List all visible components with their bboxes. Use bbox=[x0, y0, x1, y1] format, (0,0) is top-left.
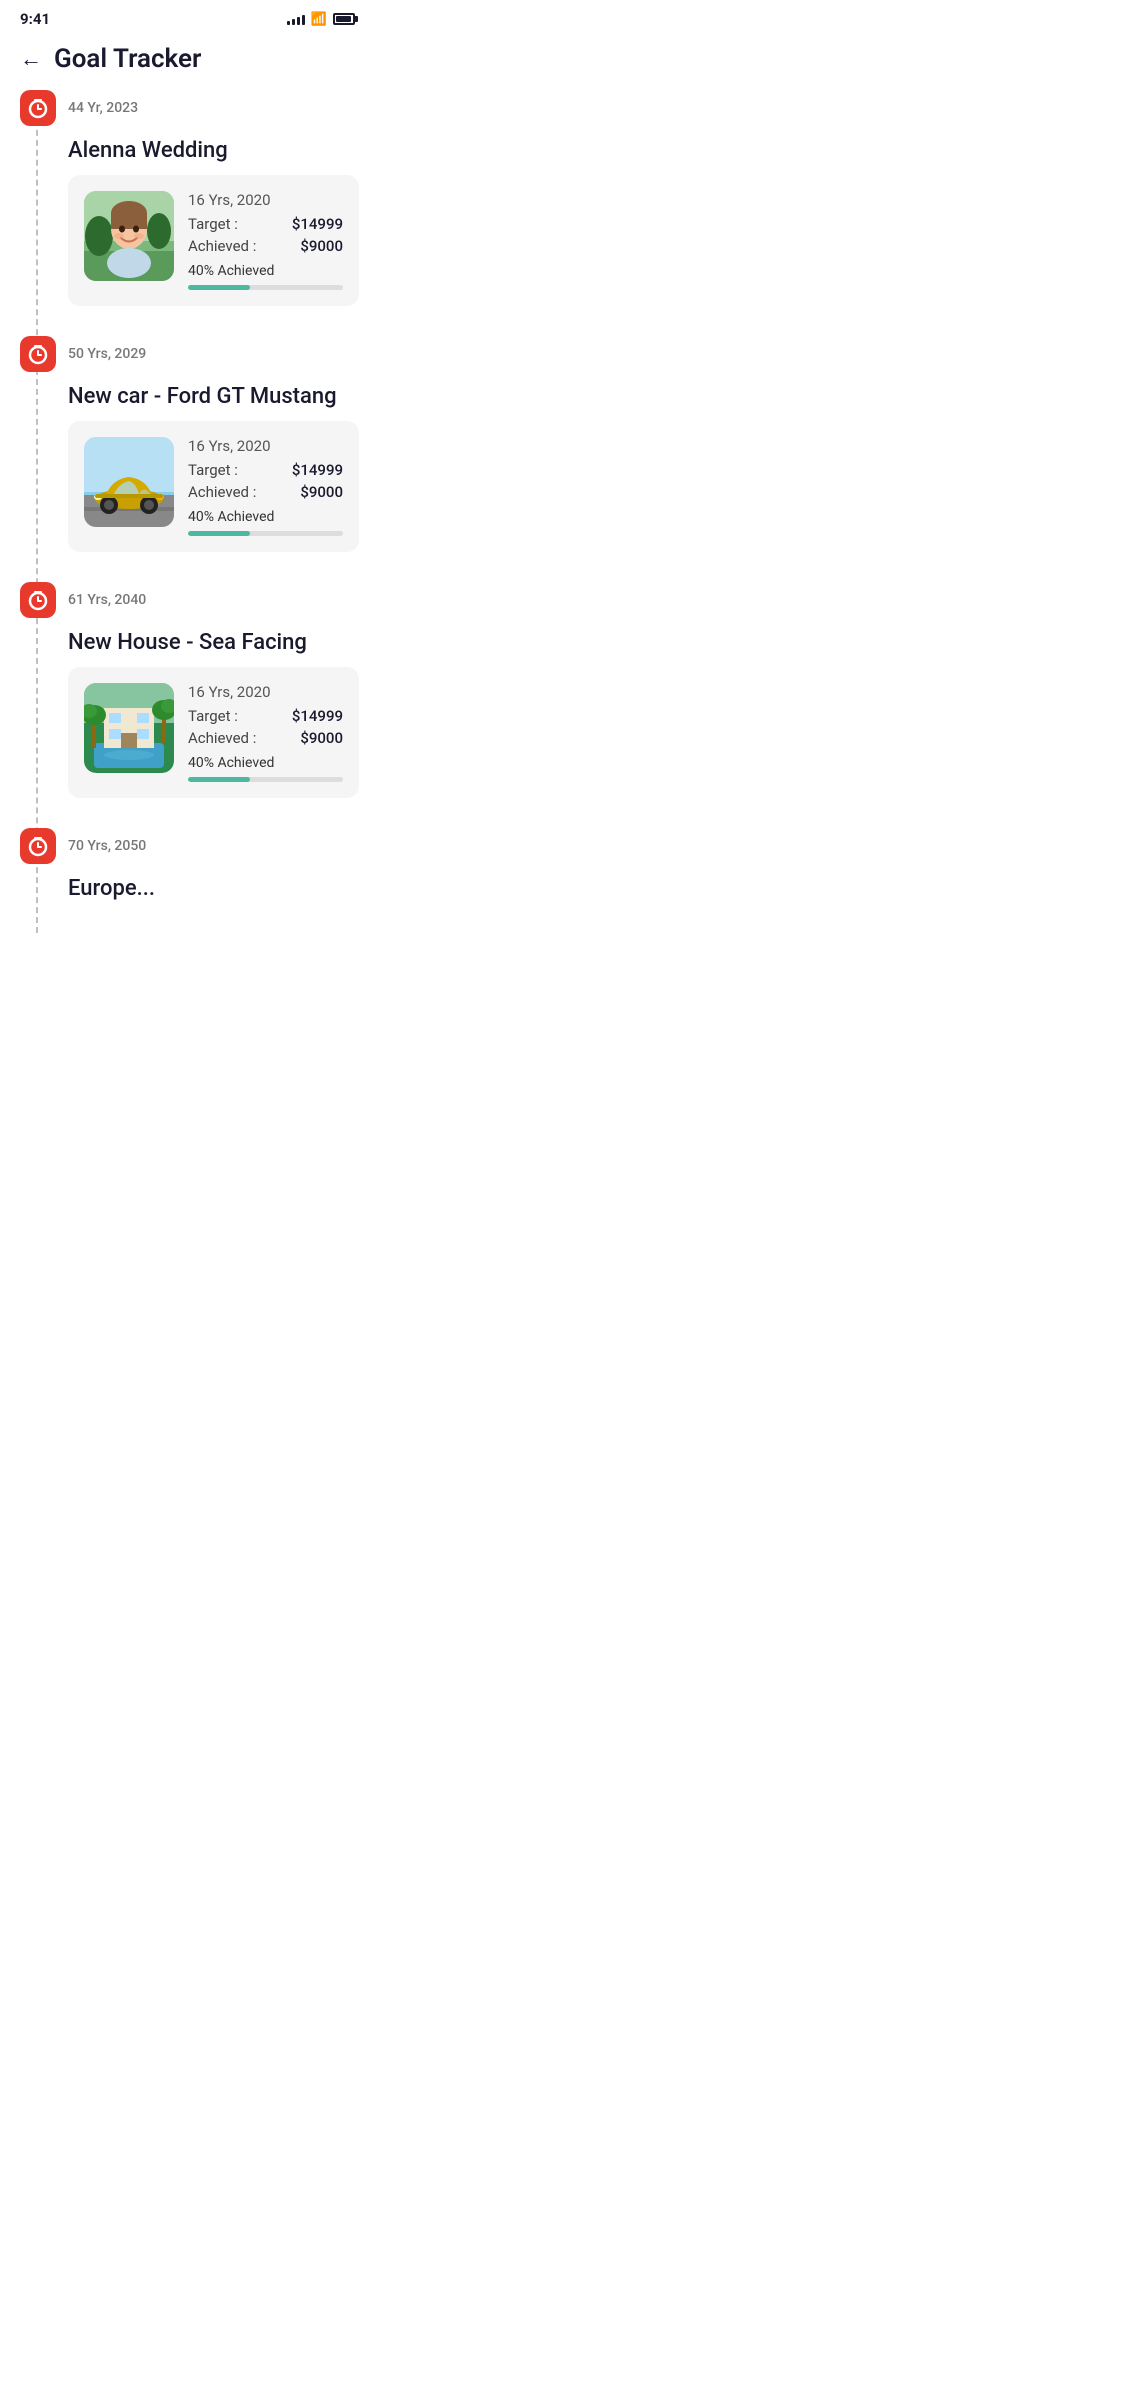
target-value: $14999 bbox=[292, 461, 343, 479]
goal-card: 16 Yrs, 2020 Target : $14999 Achieved : … bbox=[68, 175, 359, 306]
progress-bar-bg bbox=[188, 531, 343, 536]
progress-bar-bg bbox=[188, 285, 343, 290]
target-row: Target : $14999 bbox=[188, 461, 343, 479]
status-bar: 9:41 📶 bbox=[0, 0, 375, 34]
progress-bar-bg bbox=[188, 777, 343, 782]
achieved-value: $9000 bbox=[300, 237, 343, 255]
detail-year: 16 Yrs, 2020 bbox=[188, 437, 343, 455]
goal-item: 61 Yrs, 2040 New House - Sea Facing bbox=[0, 582, 375, 828]
status-icons: 📶 bbox=[287, 12, 355, 27]
goal-image-car bbox=[84, 437, 174, 527]
achieved-label: Achieved : bbox=[188, 483, 256, 501]
goal-details: 16 Yrs, 2020 Target : $14999 Achieved : … bbox=[188, 191, 343, 290]
goal-item: 70 Yrs, 2050 Europe... bbox=[0, 828, 375, 913]
target-row: Target : $14999 bbox=[188, 215, 343, 233]
target-row: Target : $14999 bbox=[188, 707, 343, 725]
achieved-value: $9000 bbox=[300, 729, 343, 747]
goal-card: 16 Yrs, 2020 Target : $14999 Achieved : … bbox=[68, 421, 359, 552]
page-title: Goal Tracker bbox=[54, 44, 201, 74]
progress-bar-fill bbox=[188, 531, 250, 536]
goal-age-year: 50 Yrs, 2029 bbox=[68, 346, 146, 362]
goal-name: Europe... bbox=[0, 872, 375, 913]
goal-card: 16 Yrs, 2020 Target : $14999 Achieved : … bbox=[68, 667, 359, 798]
goal-header: 50 Yrs, 2029 bbox=[0, 336, 375, 380]
target-label: Target : bbox=[188, 461, 238, 479]
goal-name: Alenna Wedding bbox=[0, 134, 375, 175]
achieved-label: Achieved : bbox=[188, 729, 256, 747]
goal-item: 44 Yr, 2023 Alenna Wedding bbox=[0, 90, 375, 336]
goal-header: 44 Yr, 2023 bbox=[0, 90, 375, 134]
progress-text: 40% Achieved bbox=[188, 509, 343, 525]
status-time: 9:41 bbox=[20, 10, 50, 28]
target-value: $14999 bbox=[292, 215, 343, 233]
goal-icon-timer bbox=[20, 828, 56, 864]
goal-name: New car - Ford GT Mustang bbox=[0, 380, 375, 421]
goal-image-person bbox=[84, 191, 174, 281]
goal-age-year: 44 Yr, 2023 bbox=[68, 100, 138, 116]
page-header: ← Goal Tracker bbox=[0, 34, 375, 90]
goal-age-year: 61 Yrs, 2040 bbox=[68, 592, 146, 608]
goal-icon-timer bbox=[20, 582, 56, 618]
goal-icon-timer bbox=[20, 90, 56, 126]
achieved-row: Achieved : $9000 bbox=[188, 237, 343, 255]
wifi-icon: 📶 bbox=[311, 12, 327, 27]
target-label: Target : bbox=[188, 707, 238, 725]
signal-icon bbox=[287, 13, 305, 25]
goal-icon-timer bbox=[20, 336, 56, 372]
goal-image-house bbox=[84, 683, 174, 773]
back-button[interactable]: ← bbox=[20, 46, 42, 72]
goal-item: 50 Yrs, 2029 New car - Ford GT Mustang bbox=[0, 336, 375, 582]
progress-text: 40% Achieved bbox=[188, 755, 343, 771]
goal-details: 16 Yrs, 2020 Target : $14999 Achieved : … bbox=[188, 683, 343, 782]
achieved-row: Achieved : $9000 bbox=[188, 483, 343, 501]
progress-text: 40% Achieved bbox=[188, 263, 343, 279]
progress-bar-fill bbox=[188, 777, 250, 782]
progress-bar-fill bbox=[188, 285, 250, 290]
achieved-label: Achieved : bbox=[188, 237, 256, 255]
goal-header: 70 Yrs, 2050 bbox=[0, 828, 375, 872]
battery-icon bbox=[333, 13, 355, 25]
goal-name: New House - Sea Facing bbox=[0, 626, 375, 667]
timeline: 44 Yr, 2023 Alenna Wedding bbox=[0, 90, 375, 933]
goal-header: 61 Yrs, 2040 bbox=[0, 582, 375, 626]
goal-details: 16 Yrs, 2020 Target : $14999 Achieved : … bbox=[188, 437, 343, 536]
goal-age-year: 70 Yrs, 2050 bbox=[68, 838, 146, 854]
achieved-value: $9000 bbox=[300, 483, 343, 501]
detail-year: 16 Yrs, 2020 bbox=[188, 683, 343, 701]
target-label: Target : bbox=[188, 215, 238, 233]
detail-year: 16 Yrs, 2020 bbox=[188, 191, 343, 209]
target-value: $14999 bbox=[292, 707, 343, 725]
achieved-row: Achieved : $9000 bbox=[188, 729, 343, 747]
